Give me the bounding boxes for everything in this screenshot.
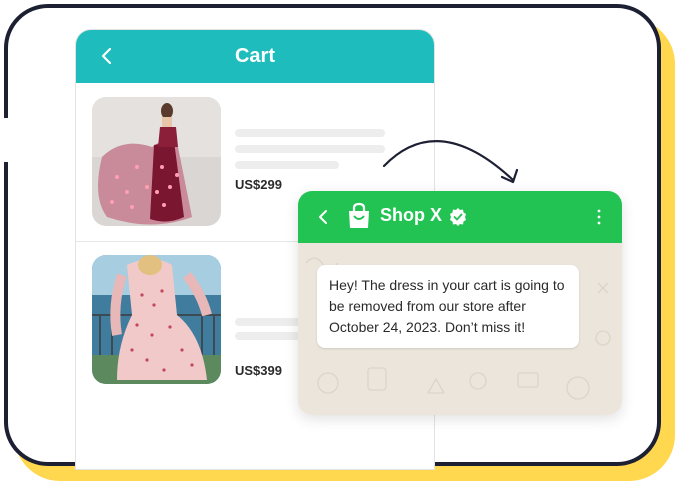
placeholder-line [235, 161, 339, 169]
placeholder-line [235, 332, 305, 340]
chevron-left-icon[interactable] [314, 207, 334, 227]
message-bubble: Hey! The dress in your cart is going to … [317, 265, 579, 348]
placeholder-line [235, 145, 385, 153]
more-vertical-icon[interactable] [596, 209, 602, 225]
curved-arrow-icon [382, 140, 519, 184]
cart-header: Cart [76, 30, 434, 83]
dress-image [92, 97, 221, 226]
item-price: US$299 [235, 177, 282, 192]
chat-window: Shop X Hey! The dress in your cart is go… [298, 191, 622, 415]
item-price: US$399 [235, 363, 282, 378]
placeholder-line [235, 129, 385, 137]
dress-image [92, 255, 221, 384]
verified-badge-icon [450, 208, 466, 226]
chat-body: Hey! The dress in your cart is going to … [298, 243, 622, 415]
shopping-bag-icon [349, 202, 369, 228]
chat-header: Shop X [298, 191, 622, 243]
frame-gap [0, 118, 14, 162]
chevron-left-icon[interactable] [96, 45, 118, 67]
shop-name: Shop X [380, 205, 442, 225]
cart-title: Cart [234, 45, 275, 67]
placeholder-line [235, 318, 305, 326]
